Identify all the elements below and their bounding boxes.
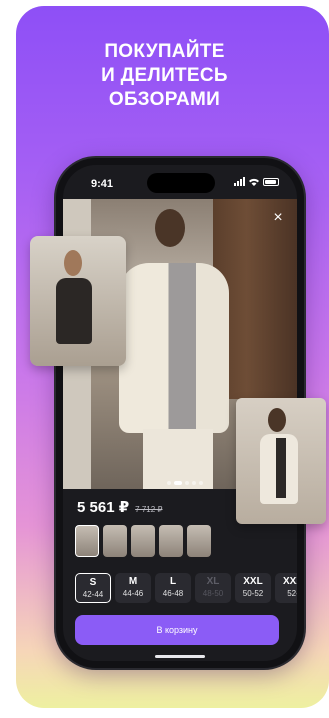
size-label: L: [169, 576, 177, 587]
size-option-xl: XL 48-50: [195, 573, 231, 603]
thumbnail[interactable]: [131, 525, 155, 557]
status-bar: 9:41: [63, 165, 297, 199]
size-range: 48-50: [202, 589, 224, 598]
close-icon[interactable]: ×: [269, 209, 287, 227]
review-photo-right: [236, 398, 326, 524]
size-label: XL: [206, 576, 220, 587]
thumbnail[interactable]: [103, 525, 127, 557]
review-model-head: [268, 408, 286, 432]
size-selector: S 42-44 M 44-46 L 46-48 XL 48-50 XXL 50-…: [75, 573, 297, 603]
size-option-m[interactable]: M 44-46: [115, 573, 151, 603]
promo-headline: ПОКУПАЙТЕ И ДЕЛИТЕСЬ ОБЗОРАМИ: [0, 40, 329, 112]
gallery-dot: [185, 481, 189, 485]
size-option-xxxl[interactable]: XXX 52-: [275, 573, 297, 603]
review-model-jacket: [56, 278, 92, 344]
review-model-vest: [276, 438, 286, 498]
wifi-icon: [249, 178, 259, 186]
review-photo-left: [30, 236, 126, 366]
thumbnail[interactable]: [187, 525, 211, 557]
headline-line: ПОКУПАЙТЕ: [104, 41, 225, 62]
dynamic-island: [147, 173, 215, 193]
size-label: M: [128, 576, 138, 587]
size-range: 46-48: [162, 589, 184, 598]
headline-line: ОБЗОРАМИ: [108, 89, 221, 110]
size-range: 50-52: [242, 589, 264, 598]
battery-icon: [263, 177, 279, 186]
thumbnail[interactable]: [159, 525, 183, 557]
size-range: 44-46: [122, 589, 144, 598]
model-trousers: [143, 429, 213, 489]
size-option-l[interactable]: L 46-48: [155, 573, 191, 603]
size-label: XXX: [282, 576, 297, 587]
size-option-xxl[interactable]: XXL 50-52: [235, 573, 271, 603]
size-label: XXL: [243, 576, 263, 587]
size-range: 52-: [287, 589, 297, 598]
product-price: 5 561 ₽: [77, 499, 130, 516]
gallery-dot: [167, 481, 171, 485]
model-head: [155, 209, 185, 247]
gallery-dot: [199, 481, 203, 485]
size-option-s[interactable]: S 42-44: [75, 573, 111, 603]
gallery-dot: [192, 481, 196, 485]
thumbnail-strip: [75, 525, 211, 557]
add-to-cart-button[interactable]: В корзину: [75, 615, 279, 645]
signal-icon: [234, 177, 245, 186]
price-row: 5 561 ₽ 7 712 ₽: [77, 498, 163, 516]
product-old-price: 7 712 ₽: [135, 505, 163, 514]
gallery-dot-active: [174, 481, 182, 485]
review-model-head: [64, 250, 82, 276]
headline-line: И ДЕЛИТЕСЬ: [101, 65, 228, 86]
thumbnail-selected[interactable]: [75, 525, 99, 557]
size-range: 42-44: [82, 590, 104, 599]
size-label: S: [89, 577, 97, 588]
gallery-dots: [167, 481, 203, 485]
home-indicator: [155, 655, 205, 658]
model-coat: [119, 263, 229, 433]
status-time: 9:41: [91, 178, 114, 190]
status-icons: [234, 177, 279, 186]
